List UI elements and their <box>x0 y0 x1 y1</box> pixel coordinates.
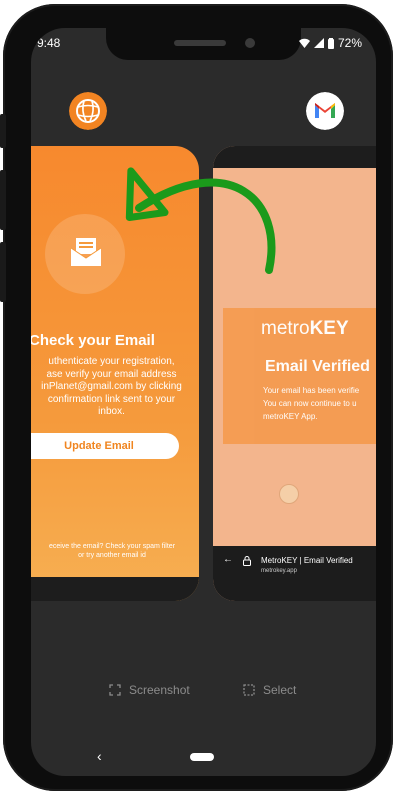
update-email-button[interactable]: Update Email <box>31 433 179 459</box>
browser-bar: ← MetroKEY | Email Verified metrokey.app <box>213 546 376 601</box>
logo-text: metro <box>261 318 310 339</box>
side-button <box>0 242 6 302</box>
email-verified-panel: metroKEY Email Verified Your email has b… <box>223 308 376 444</box>
screenshot-icon <box>109 684 121 696</box>
body-line: Your email has been verifie <box>263 386 360 395</box>
back-arrow-icon[interactable]: ← <box>223 554 233 565</box>
check-email-body: uthenticate your registration, ase verif… <box>31 356 194 419</box>
browser-title: MetroKEY | Email Verified <box>261 556 353 565</box>
battery-icon <box>327 37 334 49</box>
phone-frame: 9:48 72% Check your Email uthenticate yo… <box>0 4 393 791</box>
check-email-title: Check your Email <box>31 332 155 349</box>
body-line: You can now continue to u <box>263 399 357 408</box>
email-verified-title: Email Verified <box>265 358 370 375</box>
body-line: uthenticate your registration, <box>48 356 175 367</box>
browser-url: metrokey.app <box>261 568 297 574</box>
status-time: 9:48 <box>37 36 61 50</box>
body-line: inPlanet@gmail.com by clicking <box>41 381 182 392</box>
email-verified-body: Your email has been verifie You can now … <box>263 384 376 423</box>
footer-line: eceive the email? Check your spam filter <box>48 543 176 550</box>
select-action[interactable]: Select <box>243 683 296 697</box>
select-label: Select <box>263 683 297 697</box>
screenshot-label: Screenshot <box>129 683 190 697</box>
body-line: metroKEY App. <box>263 412 318 421</box>
card-bottom-strip <box>31 577 199 601</box>
nav-home-pill[interactable] <box>190 753 214 761</box>
power-button <box>0 170 6 230</box>
body-line: ase verify your email address <box>46 368 177 380</box>
screenshot-action[interactable]: Screenshot <box>109 683 190 697</box>
signal-icon <box>313 38 324 48</box>
metrokey-logo: metroKEY <box>261 318 349 340</box>
volume-button <box>0 114 6 148</box>
select-icon <box>243 684 255 696</box>
gmail-icon[interactable] <box>306 92 344 130</box>
lock-icon <box>243 556 251 566</box>
footer-line: or try another email id <box>78 552 146 559</box>
loading-indicator <box>279 484 299 504</box>
wifi-icon <box>298 38 310 48</box>
body-line: confirmation link sent to your <box>47 393 176 405</box>
nav-back-icon[interactable]: ‹ <box>97 748 102 764</box>
spam-filter-note: eceive the email? Check your spam filter… <box>31 542 193 560</box>
status-icons: 72% <box>298 36 362 50</box>
open-mail-icon <box>70 238 102 266</box>
battery-percent: 72% <box>337 36 362 50</box>
notch <box>106 28 301 60</box>
body-line: inbox. <box>98 406 125 417</box>
logo-text-bold: KEY <box>309 318 349 339</box>
swipe-arrow-icon <box>125 167 276 274</box>
front-camera <box>245 38 255 48</box>
metrokey-globe-icon[interactable] <box>69 92 107 130</box>
speaker <box>174 40 226 46</box>
screen: 9:48 72% Check your Email uthenticate yo… <box>31 28 376 776</box>
